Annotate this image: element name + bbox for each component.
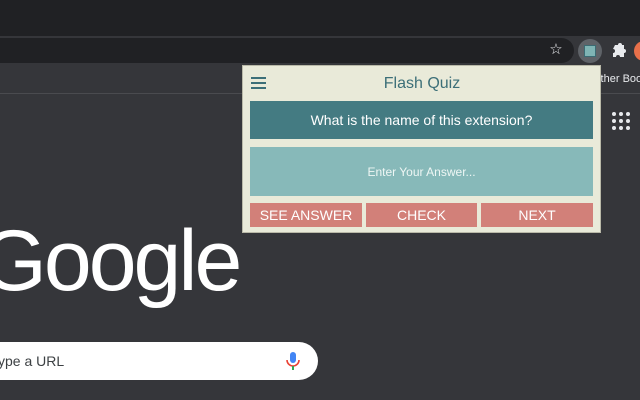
address-bar[interactable]	[0, 38, 574, 63]
tab-strip	[0, 0, 640, 36]
mic-icon-svg	[286, 352, 300, 370]
check-button[interactable]: CHECK	[366, 203, 477, 227]
puzzle-icon[interactable]	[606, 39, 630, 63]
google-logo: Google	[0, 213, 242, 309]
search-placeholder: ype a URL	[0, 353, 65, 369]
next-button[interactable]: NEXT	[481, 203, 593, 227]
flash-quiz-extension-square	[584, 45, 596, 57]
see-answer-button[interactable]: SEE ANSWER	[250, 203, 362, 227]
popup-title: Flash Quiz	[383, 75, 461, 92]
puzzle-icon-svg	[613, 43, 626, 57]
apps-grid-icon[interactable]	[611, 111, 631, 131]
star-icon[interactable]: ☆	[546, 40, 566, 60]
menu-icon[interactable]	[251, 77, 266, 89]
mic-icon[interactable]	[285, 351, 301, 371]
answer-input[interactable]	[250, 147, 593, 196]
flash-quiz-extension-icon[interactable]	[578, 39, 602, 63]
question-card: What is the name of this extension?	[250, 101, 593, 139]
